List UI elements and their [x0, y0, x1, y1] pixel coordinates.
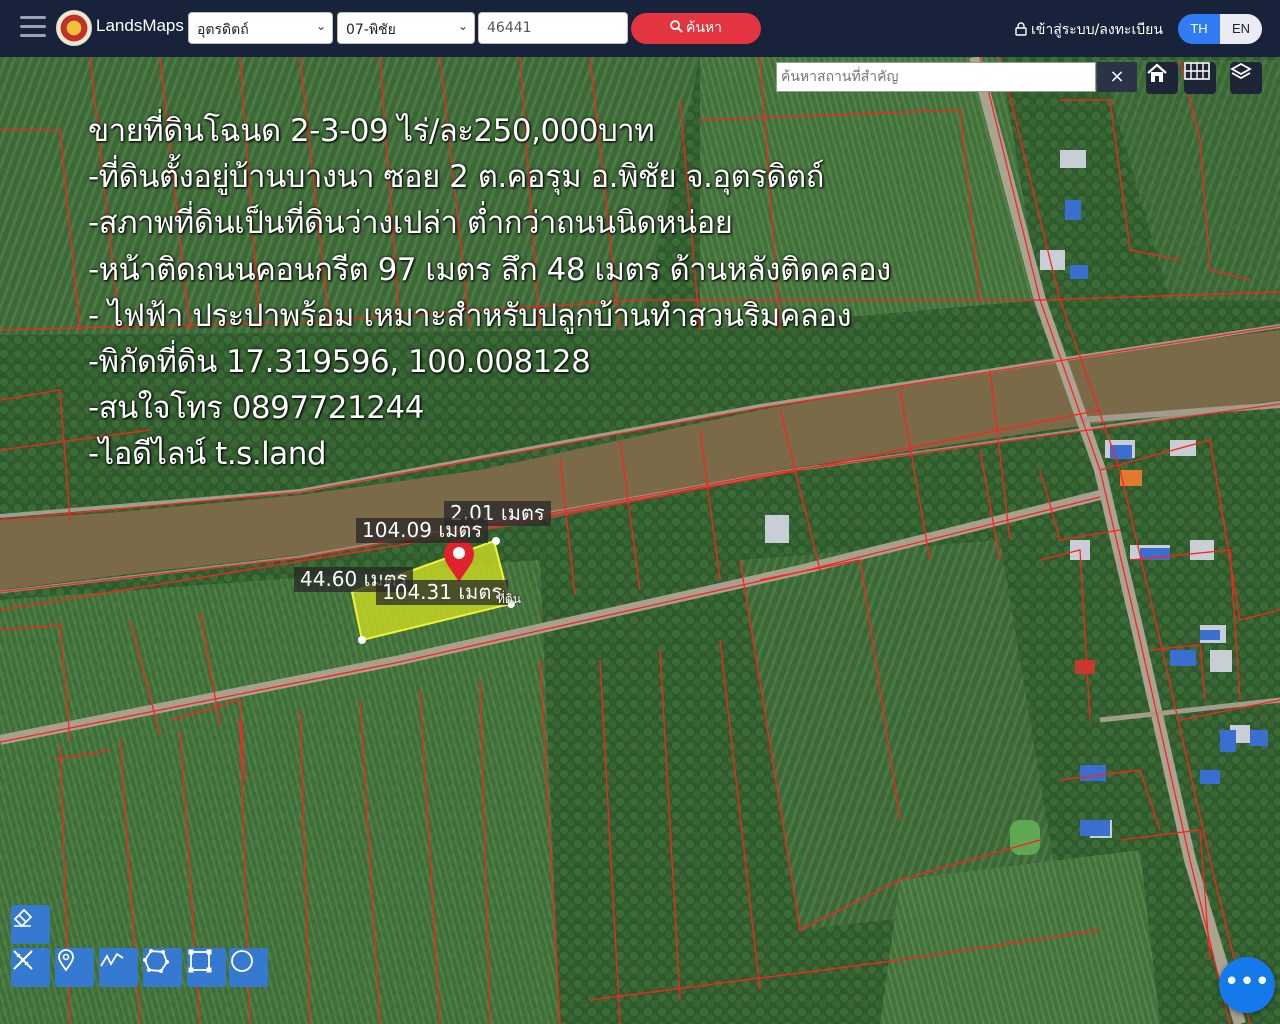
chevron-down-icon: ⌄ [457, 19, 468, 33]
layers-button[interactable] [1230, 62, 1262, 94]
lang-en-button[interactable]: EN [1220, 14, 1262, 44]
layers-icon [1230, 62, 1252, 80]
listing-line: -สนใจโทร 0897721244 [88, 390, 424, 427]
login-link[interactable]: เข้าสู่ระบบ/ลงทะเบียน [1015, 19, 1163, 41]
chevron-down-icon: ⌄ [315, 19, 326, 33]
province-value: อุตรดิตถ์ [197, 22, 249, 38]
search-icon [670, 20, 683, 33]
listing-line: -สภาพที่ดินเป็นที่ดินว่างเปล่า ต่ำกว่าถน… [88, 205, 733, 242]
place-search-input[interactable] [776, 62, 1096, 92]
listing-line: -หน้าติดถนนคอนกรีต 97 เมตร ลึก 48 เมตร ด… [88, 251, 891, 288]
menu-icon[interactable] [20, 16, 46, 38]
ruler-pencil-icon [13, 950, 33, 970]
home-icon [1147, 63, 1167, 82]
polygon-tool-button[interactable] [143, 948, 182, 987]
polyline-icon [100, 952, 124, 967]
eraser-button[interactable] [11, 905, 50, 944]
app-name: LandsMaps [96, 16, 184, 35]
rectangle-icon [188, 949, 212, 973]
listing-line: -ที่ดินตั้งอยู่บ้านบางนา ซอย 2 ต.คอรุม อ… [88, 159, 824, 196]
map-pin-icon [58, 949, 74, 972]
chat-button[interactable]: ••• [1219, 957, 1275, 1013]
login-label: เข้าสู่ระบบ/ลงทะเบียน [1031, 22, 1163, 38]
top-bar: LandsMaps อุตรดิตถ์ ⌄ 07-พิชัย ⌄ ค้นหา เ… [0, 0, 1280, 57]
listing-line: ขายที่ดินโฉนด 2-3-09 ไร่/ละ250,000บาท [88, 113, 655, 149]
rectangle-tool-button[interactable] [187, 948, 226, 987]
circle-icon [231, 950, 253, 972]
district-value: 07-พิชัย [346, 22, 396, 38]
circle-tool-button[interactable] [229, 948, 268, 987]
satellite-map[interactable]: ขายที่ดินโฉนด 2-3-09 ไร่/ละ250,000บาท -ท… [0, 57, 1280, 1024]
measure-label-top-long: 104.09 เมตร [356, 518, 489, 543]
search-button[interactable]: ค้นหา [631, 13, 761, 44]
province-select[interactable]: อุตรดิตถ์ ⌄ [188, 12, 333, 44]
parcel-number-input[interactable] [478, 12, 628, 44]
lang-th-button[interactable]: TH [1178, 14, 1220, 44]
measure-tool-button[interactable] [11, 948, 50, 987]
eraser-icon [13, 908, 33, 928]
listing-line: -พิกัดที่ดิน 17.319596, 100.008128 [88, 343, 591, 380]
marker-tool-button[interactable] [55, 948, 94, 987]
lock-icon [1015, 22, 1027, 36]
grid-icon [1184, 62, 1210, 80]
parcel-small-label: ที่ดิน [497, 592, 521, 606]
clear-search-button[interactable]: × [1097, 62, 1137, 92]
listing-line: - ไฟฟ้า ประปาพร้อม เหมาะสำหรับปลูกบ้านทำ… [88, 297, 852, 334]
listing-line: -ไอดีไลน์ t.s.land [88, 436, 327, 473]
listing-text: ขายที่ดินโฉนด 2-3-09 ไร่/ละ250,000บาท -ท… [88, 108, 891, 478]
grid-button[interactable] [1184, 62, 1216, 94]
line-tool-button[interactable] [99, 948, 138, 987]
search-button-label: ค้นหา [685, 20, 723, 36]
measure-label-bottom: 104.31 เมตร [376, 580, 509, 605]
home-button[interactable] [1146, 62, 1178, 94]
logo-icon [56, 10, 92, 46]
district-select[interactable]: 07-พิชัย ⌄ [337, 12, 475, 44]
polygon-icon [143, 949, 169, 973]
